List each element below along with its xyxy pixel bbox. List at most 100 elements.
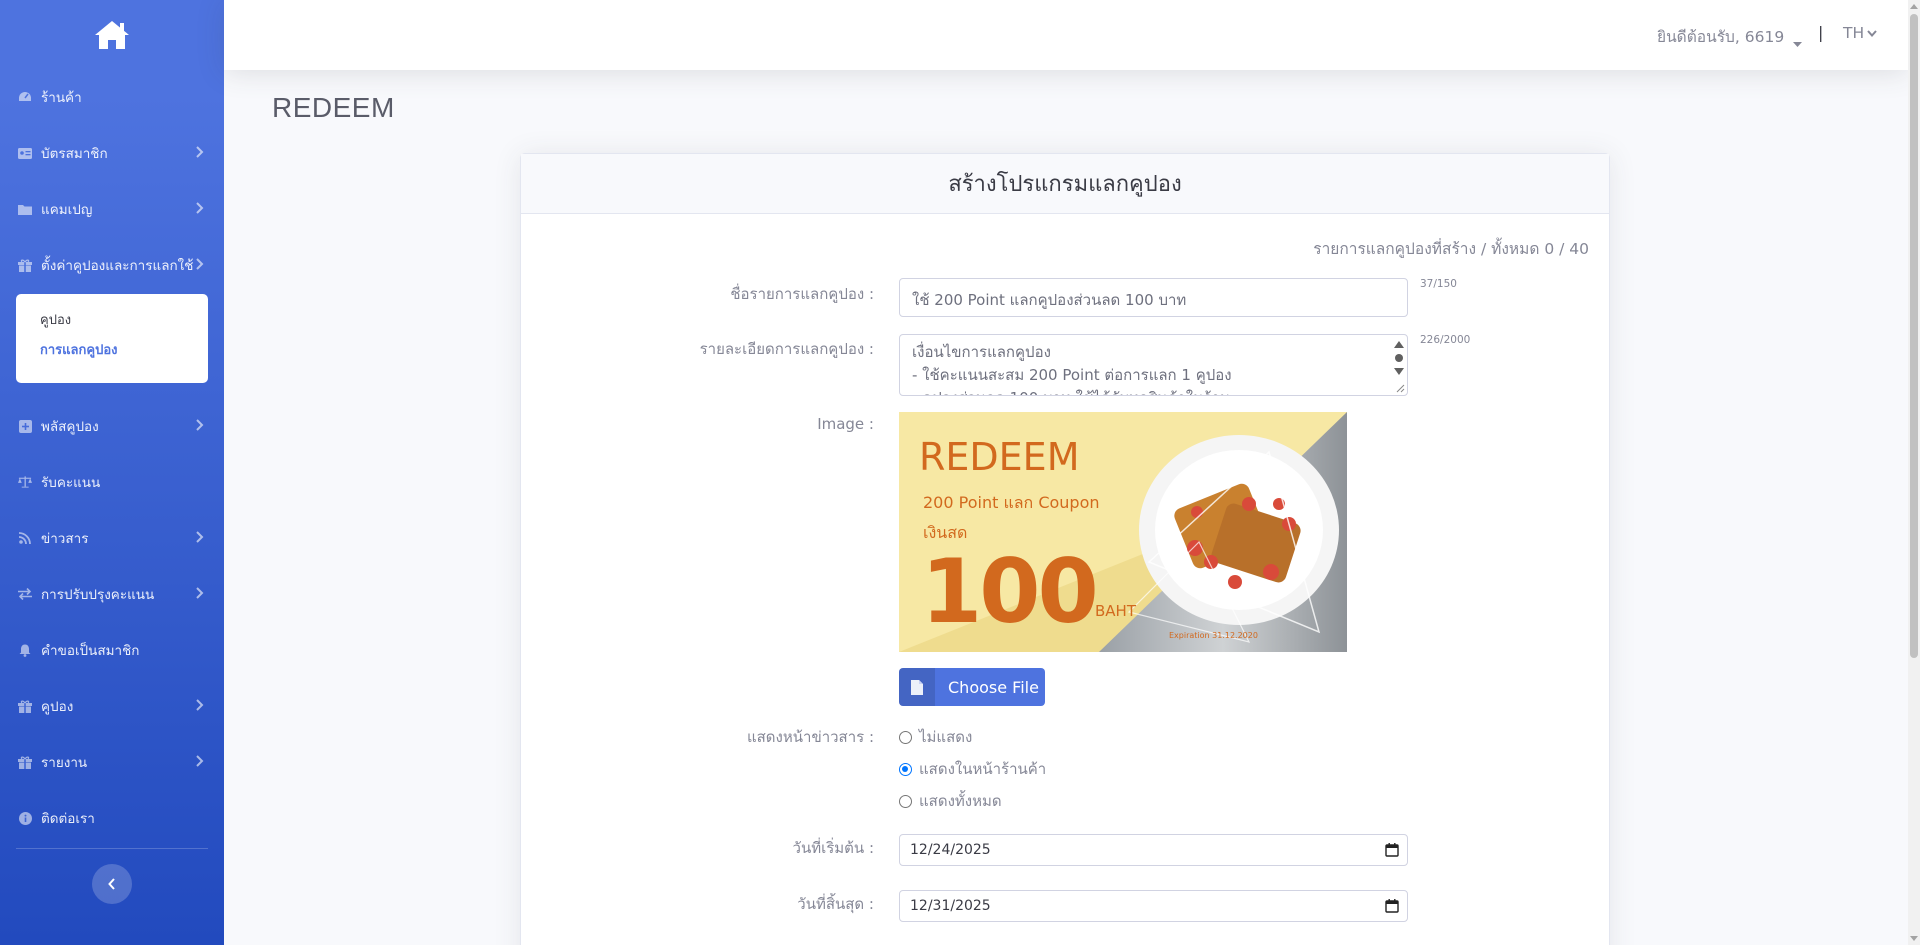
redeem-total-counter: รายการแลกคูปองที่สร้าง / ทั้งหมด 0 / 40	[1313, 240, 1589, 258]
sidebar-toggle-button[interactable]	[92, 864, 132, 904]
coupon-settings-submenu: คูปอง การแลกคูปอง	[16, 294, 208, 383]
dashboard-icon	[18, 90, 32, 104]
display-news-label: แสดงหน้าข่าวสาร :	[746, 728, 874, 746]
redeem-detail-char-count: 226/2000	[1420, 334, 1471, 346]
sidebar-item-label: ตั้งค่าคูปองและการแลกใช้	[41, 258, 194, 274]
redeem-detail-label: รายละเอียดการแลกคูปอง :	[699, 340, 874, 358]
sidebar-item-earn-points[interactable]: รับคะแนน	[0, 462, 224, 502]
language-label: TH	[1843, 24, 1865, 42]
sidebar-item-label: แคมเปญ	[41, 202, 93, 218]
chevron-right-icon	[196, 755, 204, 771]
calendar-icon[interactable]	[1385, 843, 1399, 861]
chevron-right-icon	[196, 202, 204, 218]
radio-button[interactable]	[899, 794, 912, 808]
chevron-right-icon	[196, 587, 204, 603]
bell-icon	[18, 643, 32, 657]
radio-button[interactable]	[899, 730, 912, 744]
file-icon	[899, 668, 935, 706]
end-date-input[interactable]: 12/31/2025	[899, 890, 1408, 922]
user-welcome-dropdown[interactable]: ยินดีต้อนรับ, 6619	[1657, 24, 1784, 49]
topbar: ยินดีต้อนรับ, 6619 | TH	[224, 0, 1908, 70]
resize-grip-icon[interactable]	[1395, 383, 1405, 393]
choose-file-label: Choose File	[948, 677, 1039, 697]
chevron-right-icon	[196, 146, 204, 162]
submenu-item-redeem-coupon[interactable]: การแลกคูปอง	[16, 338, 208, 364]
sidebar: ร้านค้า บัตรสมาชิก แคมเปญ ตั้งค่าคูปองแล…	[0, 0, 224, 945]
chevron-right-icon	[196, 419, 204, 435]
sidebar-item-reports[interactable]: รายงาน	[0, 742, 224, 782]
sidebar-item-label: บัตรสมาชิก	[41, 146, 108, 162]
chevron-right-icon	[196, 258, 204, 274]
gift-icon	[18, 699, 32, 713]
redeem-form-card: สร้างโปรแกรมแลกคูปอง รายการแลกคูปองที่สร…	[520, 153, 1610, 945]
page-title: REDEEM	[272, 92, 395, 123]
submenu-item-coupon[interactable]: คูปอง	[16, 308, 208, 334]
sidebar-item-label: ติดต่อเรา	[41, 811, 95, 827]
page-scrollbar[interactable]	[1908, 0, 1920, 945]
chevron-right-icon	[196, 699, 204, 715]
start-date-label: วันที่เริ่มต้น :	[792, 839, 874, 857]
banner-line1: 200 Point แลก Coupon	[923, 493, 1100, 512]
sidebar-item-label: คำขอเป็นสมาชิก	[41, 643, 140, 659]
sidebar-brand[interactable]	[0, 0, 224, 70]
id-card-icon	[18, 146, 32, 160]
banner-amount: 100	[921, 540, 1096, 643]
sidebar-item-label: การปรับปรุงคะแนน	[41, 587, 155, 603]
exchange-icon	[18, 587, 32, 601]
radio-label: แสดงทั้งหมด	[919, 792, 1002, 810]
chevron-left-icon	[108, 875, 116, 894]
balance-scale-icon	[18, 475, 32, 489]
topbar-separator: |	[1818, 23, 1824, 42]
sidebar-item-coupon-settings[interactable]: ตั้งค่าคูปองและการแลกใช้	[0, 245, 224, 285]
sidebar-item-member-card[interactable]: บัตรสมาชิก	[0, 133, 224, 173]
sidebar-item-coupons[interactable]: คูปอง	[0, 686, 224, 726]
chevron-right-icon	[196, 531, 204, 547]
banner-unit: BAHT	[1095, 602, 1137, 620]
redeem-name-input[interactable]: ใช้ 200 Point แลกคูปองส่วนลด 100 บาท	[899, 278, 1408, 317]
sidebar-item-label: ร้านค้า	[41, 90, 82, 106]
detail-line: เงื่อนไขการแลกคูปอง	[912, 343, 1051, 361]
info-circle-icon	[18, 811, 32, 825]
radio-label: แสดงในหน้าร้านค้า	[919, 760, 1047, 778]
radio-show-all[interactable]: แสดงทั้งหมด	[899, 789, 1002, 813]
home-icon	[95, 21, 129, 49]
gift-icon	[18, 755, 32, 769]
end-date-value: 12/31/2025	[910, 898, 991, 914]
sidebar-item-store[interactable]: ร้านค้า	[0, 77, 224, 117]
scroll-up-arrow-icon[interactable]	[1910, 4, 1918, 9]
folder-icon	[18, 202, 32, 216]
choose-file-button[interactable]: Choose File	[899, 668, 1045, 706]
plus-square-icon	[18, 419, 32, 433]
radio-show-in-store[interactable]: แสดงในหน้าร้านค้า	[899, 757, 1046, 781]
caret-down-icon[interactable]	[1793, 33, 1802, 52]
scroll-down-arrow-icon[interactable]	[1910, 936, 1918, 941]
start-date-input[interactable]: 12/24/2025	[899, 834, 1408, 866]
redeem-detail-textarea[interactable]: เงื่อนไขการแลกคูปอง - ใช้คะแนนสะสม 200 P…	[899, 334, 1408, 396]
radio-not-show[interactable]: ไม่แสดง	[899, 725, 972, 749]
card-header: สร้างโปรแกรมแลกคูปอง	[521, 154, 1609, 214]
redeem-name-char-count: 37/150	[1420, 278, 1457, 290]
sidebar-item-plus-coupon[interactable]: พลัสคูปอง	[0, 406, 224, 446]
calendar-icon[interactable]	[1385, 899, 1399, 917]
radio-button[interactable]	[899, 762, 912, 776]
sidebar-item-news[interactable]: ข่าวสาร	[0, 518, 224, 558]
sidebar-item-contact-us[interactable]: ติดต่อเรา	[0, 798, 224, 838]
sidebar-item-point-adjustment[interactable]: การปรับปรุงคะแนน	[0, 574, 224, 614]
gift-icon	[18, 258, 32, 272]
sidebar-item-label: รับคะแนน	[41, 475, 101, 491]
banner-expiry: Expiration 31.12.2020	[1169, 631, 1258, 640]
sidebar-item-label: ข่าวสาร	[41, 531, 89, 547]
detail-line: - คูปองส่วนลด 100 บาท ใช้ได้กับทุกสินค้า…	[912, 387, 1395, 395]
language-dropdown[interactable]: TH	[1843, 24, 1877, 42]
sidebar-item-campaign[interactable]: แคมเปญ	[0, 189, 224, 229]
scroll-down-arrow-icon	[1394, 368, 1404, 375]
sidebar-item-label: รายงาน	[41, 755, 88, 771]
detail-line: - ใช้คะแนนสะสม 200 Point ต่อการแลก 1 คูป…	[912, 366, 1232, 384]
start-date-value: 12/24/2025	[910, 842, 991, 858]
chevron-down-icon	[1867, 29, 1877, 37]
radio-label: ไม่แสดง	[919, 728, 973, 746]
sidebar-divider	[16, 848, 208, 849]
scrollbar-thumb[interactable]	[1910, 14, 1918, 658]
sidebar-item-membership-requests[interactable]: คำขอเป็นสมาชิก	[0, 630, 224, 670]
banner-title: REDEEM	[919, 435, 1079, 479]
